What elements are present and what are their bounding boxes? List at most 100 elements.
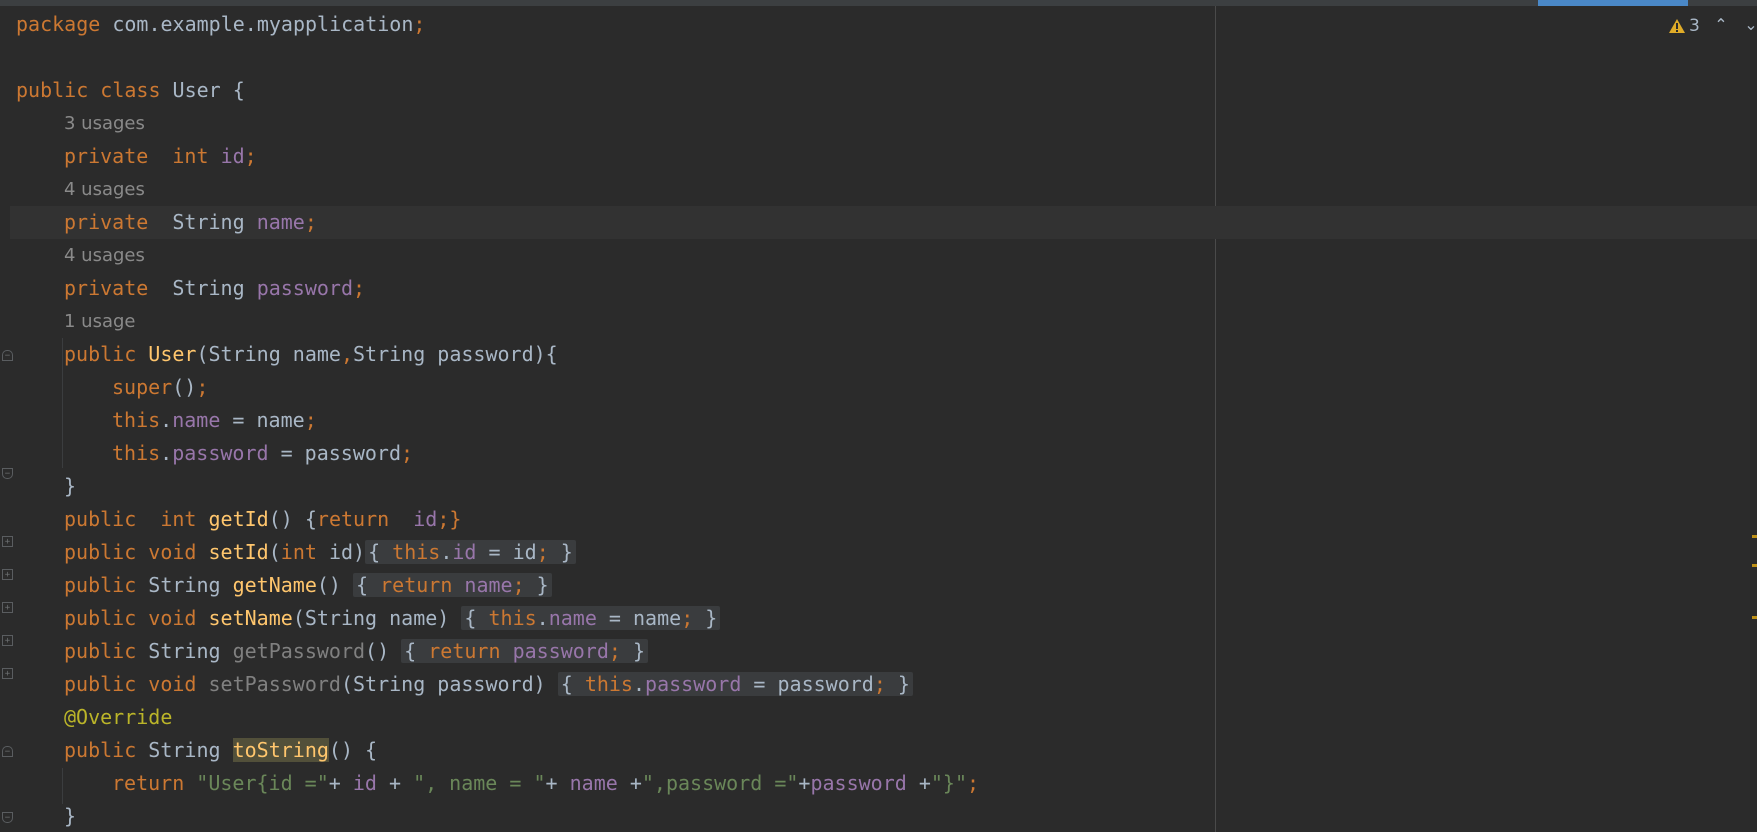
code-line[interactable]: public void setPassword(String password)… [16, 668, 1216, 701]
keyword: private [64, 276, 149, 300]
code-line[interactable]: private String password; [16, 272, 1216, 305]
code-editor[interactable]: − − + + + + + − − package com.example.my… [0, 0, 1757, 832]
closing-brace: } [64, 804, 77, 828]
usages-hint[interactable]: 4 usages [16, 173, 1216, 206]
brace: } [885, 672, 910, 696]
blank-line[interactable] [16, 41, 1216, 74]
code-line[interactable]: public String getPassword() { return pas… [16, 635, 1216, 668]
code-line[interactable]: super(); [16, 371, 1216, 404]
usages-hint[interactable]: 1 usage [16, 305, 1216, 338]
usages-hint[interactable]: 4 usages [16, 239, 1216, 272]
fold-expand-icon[interactable]: + [2, 635, 13, 646]
field-name: name [548, 606, 597, 630]
assignment: = name [220, 408, 305, 432]
code-area[interactable]: package com.example.myapplication; publi… [10, 8, 1757, 832]
code-line[interactable]: public class User { [16, 74, 1216, 107]
annotation: @Override [64, 705, 173, 729]
brace: } [548, 540, 573, 564]
warning-stripe-marker[interactable] [1752, 616, 1757, 619]
fold-expand-icon[interactable]: + [2, 569, 13, 580]
method-name: setId [208, 540, 269, 564]
type: String [172, 276, 245, 300]
folded-body[interactable]: { return name; } [353, 573, 552, 597]
code-line-current[interactable]: private String name; [10, 206, 1757, 239]
assignment: = password [741, 672, 874, 696]
params: ( [268, 540, 281, 564]
class-name: User { [160, 78, 245, 102]
warning-stripe-marker[interactable] [1752, 564, 1757, 567]
code-line[interactable]: public void setId(int id){ this.id = id;… [16, 536, 1216, 569]
method-name-unused: setPassword [208, 672, 341, 696]
closing-brace: } [64, 474, 77, 498]
fold-end-icon[interactable]: − [2, 812, 13, 823]
code-line[interactable]: } [16, 470, 1216, 503]
code-line[interactable]: } [16, 800, 1216, 832]
folded-body[interactable]: { this.name = name; } [461, 606, 721, 630]
field-name: password [172, 441, 269, 465]
warning-count: 3 [1689, 16, 1700, 36]
chevron-up-icon[interactable]: ⌃ [1711, 14, 1731, 36]
type: String [136, 639, 233, 663]
keyword: this [584, 672, 633, 696]
code-line[interactable]: public void setName(String name) { this.… [16, 602, 1216, 635]
code-line[interactable]: public int getId() {return id;} [16, 503, 1216, 536]
brace: { [404, 639, 429, 663]
assignment: = id [476, 540, 537, 564]
folded-body[interactable]: { this.id = id; } [365, 540, 576, 564]
field-name: password [645, 672, 742, 696]
fold-collapse-icon[interactable]: − [2, 746, 13, 757]
keyword: public [64, 342, 137, 366]
field-name: name [256, 210, 305, 234]
semicolon: ; [873, 672, 886, 696]
semicolon: ; [967, 771, 980, 795]
code-line[interactable]: this.password = password; [16, 437, 1216, 470]
code-line[interactable]: package com.example.myapplication; [16, 8, 1216, 41]
code-line[interactable]: public User(String name,String password)… [16, 338, 1216, 371]
operator: + [617, 771, 642, 795]
fold-collapse-icon[interactable]: − [2, 350, 13, 361]
keyword: private [64, 144, 149, 168]
fold-expand-icon[interactable]: + [2, 668, 13, 679]
warning-stripe-marker[interactable] [1752, 535, 1757, 538]
field-name: id [220, 144, 245, 168]
field-name: id [352, 771, 377, 795]
keyword: public [64, 540, 137, 564]
folded-body[interactable]: { this.password = password; } [557, 672, 913, 696]
code-line[interactable]: private int id; [16, 140, 1216, 173]
method-name-unused: getPassword [232, 639, 366, 663]
params: (String password) [340, 672, 546, 696]
code-line[interactable]: this.name = name; [16, 404, 1216, 437]
code-line[interactable]: return "User{id ="+ id + ", name = "+ na… [16, 767, 1216, 800]
operator: + [545, 771, 570, 795]
fold-expand-icon[interactable]: + [2, 536, 13, 547]
fold-end-icon[interactable]: − [2, 468, 13, 479]
type: int [160, 507, 197, 531]
editor-tab-strip [0, 0, 1757, 6]
keyword: void [148, 540, 197, 564]
inspection-widget[interactable]: 3 [1668, 14, 1700, 38]
operator: + [906, 771, 931, 795]
semicolon: ; [244, 144, 257, 168]
assignment: = password [268, 441, 401, 465]
semicolon: ; [304, 408, 317, 432]
code-line[interactable]: @Override [16, 701, 1216, 734]
folded-body[interactable]: { return password; } [401, 639, 649, 663]
semicolon: ; [196, 375, 209, 399]
type: String [136, 573, 233, 597]
code-line[interactable]: public String getName() { return name; } [16, 569, 1216, 602]
string-literal: ", name = " [413, 771, 546, 795]
code-line[interactable]: public String toString() { [16, 734, 1216, 767]
usages-hint[interactable]: 3 usages [16, 107, 1216, 140]
keyword: return [380, 573, 453, 597]
operator: + [376, 771, 414, 795]
params: String password){ [353, 342, 558, 366]
semicolon: ; [512, 573, 525, 597]
semicolon: ; [353, 276, 366, 300]
horizontal-scroll-thumb[interactable] [1538, 0, 1688, 6]
string-literal: ",password =" [641, 771, 799, 795]
chevron-down-icon[interactable]: ⌄ [1741, 14, 1757, 36]
field-name: password [810, 771, 907, 795]
operator: + [798, 771, 811, 795]
fold-expand-icon[interactable]: + [2, 602, 13, 613]
keyword: this [488, 606, 537, 630]
